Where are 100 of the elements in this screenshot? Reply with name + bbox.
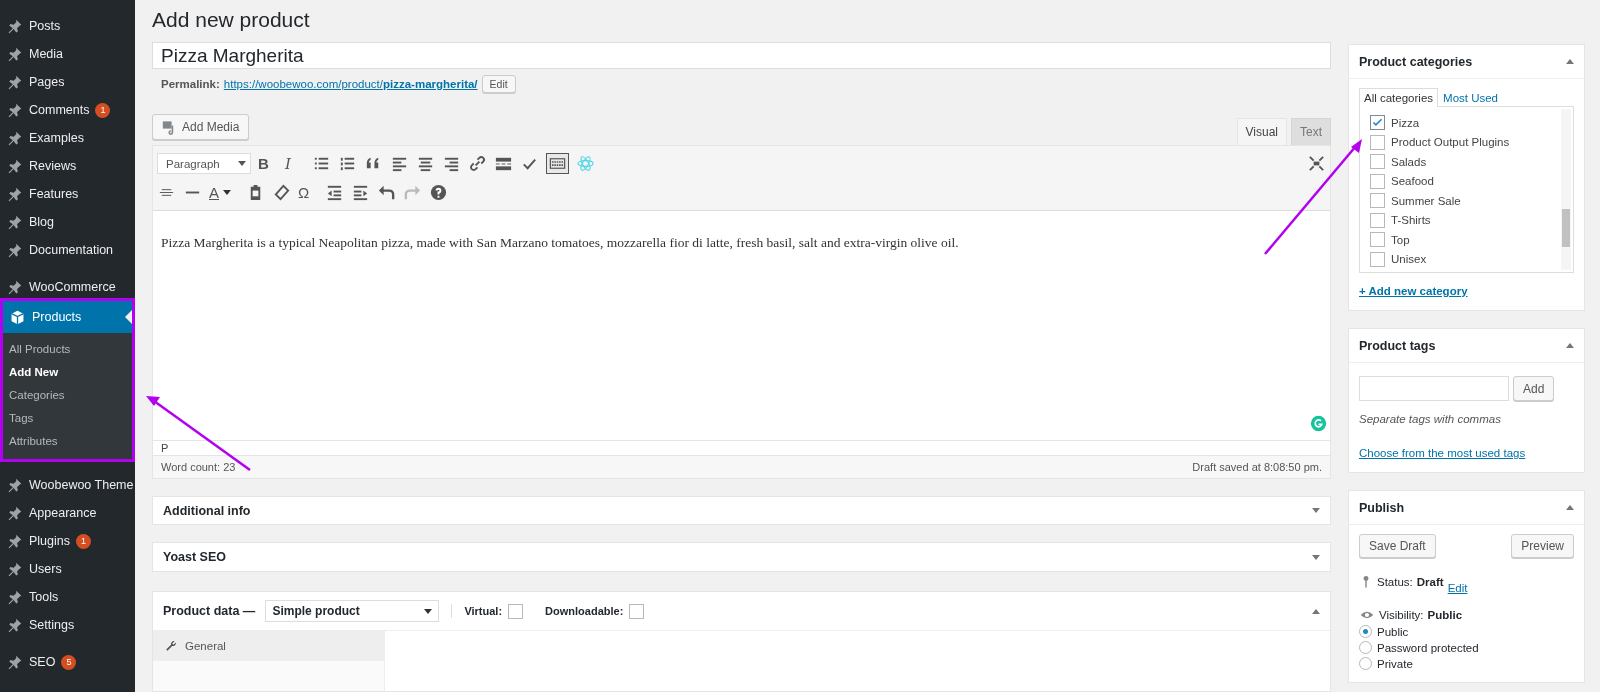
- box-icon: [9, 308, 26, 326]
- category-label: T-Shirts: [1391, 214, 1431, 227]
- panel-title: Publish: [1359, 500, 1405, 515]
- checkbox[interactable]: [1370, 173, 1385, 189]
- text-color-button[interactable]: A: [209, 184, 239, 202]
- sidebar-label: Examples: [29, 131, 84, 145]
- scrollbar[interactable]: [1561, 109, 1571, 270]
- submenu-item[interactable]: Categories: [3, 384, 132, 407]
- product-data-tab[interactable]: General: [153, 631, 384, 661]
- pin-icon: [6, 129, 23, 147]
- sidebar-label: Pages: [29, 75, 65, 89]
- checkbox[interactable]: [1370, 251, 1385, 267]
- checkbox[interactable]: [1370, 154, 1385, 170]
- pin-icon: [6, 213, 23, 231]
- add-button[interactable]: Add: [1513, 376, 1555, 401]
- pin-icon: [6, 588, 23, 606]
- sidebar-item[interactable]: Blog: [0, 208, 135, 236]
- bold-button[interactable]: B: [258, 155, 278, 173]
- add-media-button[interactable]: Add Media: [152, 114, 250, 141]
- product-type-dropdown[interactable]: Simple product: [265, 600, 440, 622]
- title-field[interactable]: Pizza Margherita: [152, 42, 1331, 70]
- special-character-button[interactable]: Ω: [298, 184, 318, 202]
- sidebar-item[interactable]: WooCommerce: [0, 273, 135, 301]
- sidebar-item[interactable]: Woobewoo Theme: [0, 471, 135, 499]
- keyboard-icon[interactable]: [546, 153, 569, 175]
- submenu-item[interactable]: All Products: [3, 338, 132, 361]
- sidebar-item[interactable]: SEO 5: [0, 648, 135, 676]
- add-category-link[interactable]: + Add new category: [1359, 285, 1468, 297]
- submenu-item[interactable]: Attributes: [3, 430, 132, 453]
- sidebar-label: Users: [29, 562, 62, 576]
- collapsed-panel[interactable]: Additional info: [152, 495, 1331, 526]
- collapse-icon[interactable]: [1566, 343, 1574, 348]
- pin-icon: [6, 653, 23, 671]
- checkbox[interactable]: [1370, 134, 1385, 150]
- edit-button[interactable]: Edit: [481, 75, 516, 94]
- status-value: Draft: [1416, 576, 1444, 588]
- sidebar-item[interactable]: Users: [0, 555, 135, 583]
- permalink-label: Permalink:: [161, 78, 220, 91]
- category-tab[interactable]: All categories: [1359, 88, 1439, 107]
- tag-field[interactable]: [1359, 376, 1509, 401]
- pin-icon: [6, 476, 23, 494]
- checkbox[interactable]: [629, 603, 645, 619]
- pin-icon: [6, 278, 23, 296]
- italic-button[interactable]: I: [285, 154, 305, 173]
- sidebar-label: Plugins: [29, 534, 70, 548]
- pin-icon: [6, 101, 23, 119]
- sidebar-item[interactable]: Reviews: [0, 152, 135, 180]
- pin-icon: [6, 185, 23, 203]
- sidebar-item[interactable]: Examples: [0, 124, 135, 152]
- collapse-icon[interactable]: [1566, 59, 1574, 64]
- outdent-icon[interactable]: [325, 183, 344, 203]
- word-count: Word count: 23: [161, 460, 236, 473]
- status-label: Status:: [1377, 576, 1413, 588]
- editor-tab[interactable]: Text: [1291, 118, 1331, 146]
- collapse-icon[interactable]: [1566, 505, 1574, 510]
- count-badge: 5: [61, 654, 77, 670]
- editor-tab[interactable]: Visual: [1236, 118, 1287, 146]
- checkbox[interactable]: [1370, 212, 1385, 228]
- sidebar-item[interactable]: Posts: [0, 12, 135, 40]
- sidebar-item[interactable]: Settings: [0, 611, 135, 639]
- sidebar-item[interactable]: Documentation: [0, 236, 135, 264]
- collapsed-panel[interactable]: Yoast SEO: [152, 542, 1331, 572]
- pin-icon: [6, 532, 23, 550]
- permalink-link[interactable]: https://woobewoo.com/product/pizza-margherita/: [223, 78, 478, 91]
- checkbox-label: Downloadable:: [545, 605, 624, 617]
- sidebar-item[interactable]: Comments 1: [0, 96, 135, 124]
- sidebar-item[interactable]: Tools: [0, 583, 135, 611]
- sidebar-item[interactable]: Plugins 1: [0, 527, 135, 555]
- checkbox[interactable]: [1370, 232, 1385, 248]
- help-icon[interactable]: [429, 183, 448, 203]
- most-used-tags-link[interactable]: Choose from the most used tags: [1359, 447, 1526, 459]
- sidebar-item[interactable]: Media: [0, 40, 135, 68]
- sidebar-item[interactable]: Pages: [0, 68, 135, 96]
- checkbox[interactable]: [1370, 115, 1385, 131]
- category-tab[interactable]: Most Used: [1438, 88, 1503, 107]
- submenu-item[interactable]: Tags: [3, 407, 132, 430]
- checkbox[interactable]: [1370, 193, 1385, 209]
- indent-icon[interactable]: [351, 183, 370, 203]
- submenu-item[interactable]: Add New: [3, 361, 132, 384]
- save-draft-button[interactable]: Save Draft: [1359, 534, 1436, 558]
- collapse-icon[interactable]: [1312, 608, 1320, 614]
- format-dropdown[interactable]: Paragraph: [157, 153, 251, 175]
- category-label: Top: [1391, 233, 1410, 246]
- pin-icon: [6, 241, 23, 259]
- hint-text: Separate tags with commas: [1359, 413, 1502, 425]
- eraser-icon[interactable]: [272, 183, 291, 203]
- panel-title: Yoast SEO: [163, 550, 226, 565]
- category-label: Unisex: [1391, 253, 1427, 266]
- pin-icon: [6, 45, 23, 63]
- preview-button[interactable]: Preview: [1511, 534, 1574, 558]
- pin-icon: [6, 17, 23, 35]
- category-label: Pizza: [1391, 116, 1420, 129]
- fullscreen-icon[interactable]: [1307, 154, 1326, 174]
- sidebar-item[interactable]: Appearance: [0, 499, 135, 527]
- checkbox[interactable]: [508, 603, 524, 619]
- status-edit-link[interactable]: Edit: [1447, 582, 1468, 594]
- panel-title: Additional info: [163, 503, 251, 518]
- sidebar-item[interactable]: Features: [0, 180, 135, 208]
- link-icon[interactable]: [468, 154, 487, 174]
- sidebar-item[interactable]: Products: [3, 301, 132, 333]
